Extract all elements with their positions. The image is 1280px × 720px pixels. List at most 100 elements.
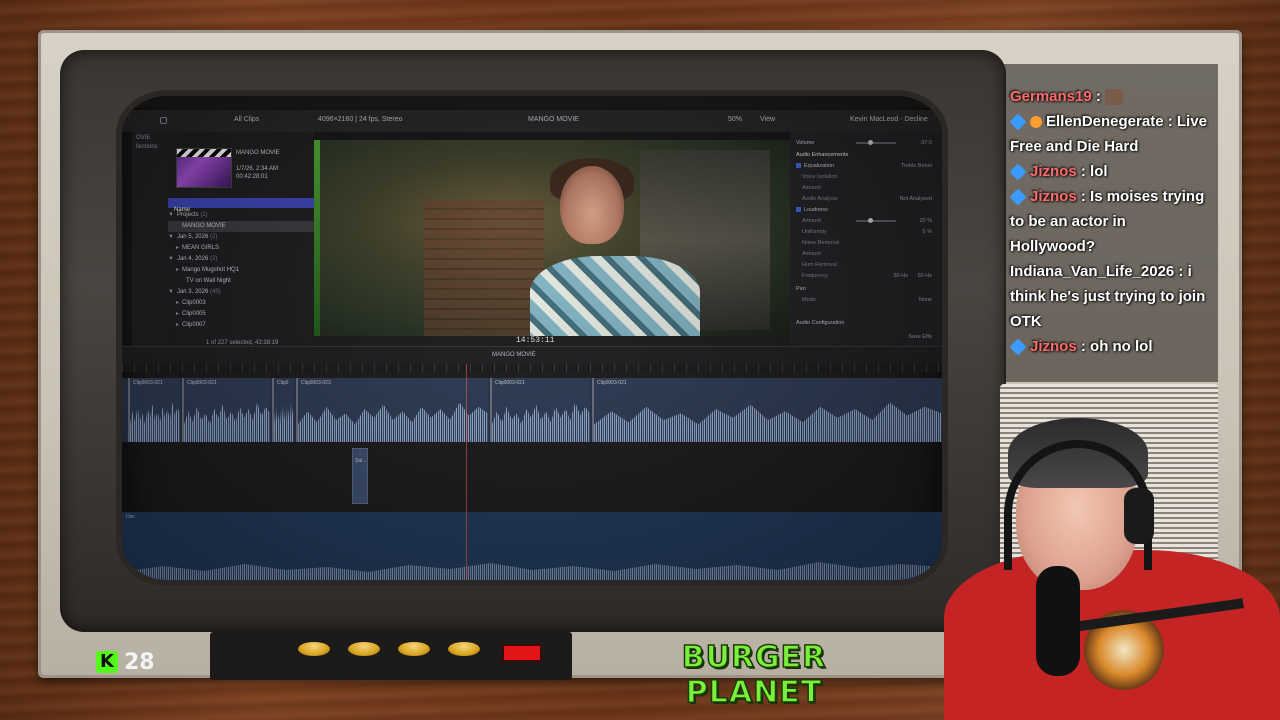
timeline-clip[interactable]: Clip0003-023 (296, 378, 488, 442)
list-item[interactable]: ▸ Clip0007 (168, 320, 314, 331)
tv-knob[interactable] (348, 642, 380, 656)
zoom-level[interactable]: 50% (728, 116, 742, 123)
list-item[interactable]: ▸ Clip0005 (168, 309, 314, 320)
timeline-header: MANGO MOVIE (122, 346, 942, 364)
voice-amount-row: Amount (802, 185, 821, 191)
subscriber-badge-icon (1009, 113, 1027, 131)
hum-removal-row[interactable]: Hum Removal (796, 260, 936, 270)
list-item[interactable]: ▼ Jan 4, 2026 (2) (168, 254, 314, 265)
microphone-icon (1036, 566, 1080, 676)
equalization-row[interactable]: Equalization Treble Boost (796, 161, 936, 171)
chat-message: Jiznos : lol (1009, 159, 1210, 184)
timeline-clip[interactable]: Clip0003-021 (128, 378, 180, 442)
music-track[interactable]: Unc (122, 512, 942, 580)
audio-inspector: Volume -37.0 Audio Enhancements Equalizat… (790, 132, 942, 346)
chat-username: Jiznos (1030, 163, 1077, 180)
list-item[interactable]: ▸ MEAN GIRLS (168, 243, 314, 254)
pan-mode-row[interactable]: Mode None (796, 295, 936, 305)
audio-configuration-header[interactable]: Audio Configuration (796, 318, 936, 328)
disclosure-icon: ▼ (168, 256, 174, 262)
subscriber-badge-icon (1009, 163, 1027, 181)
name-column-header[interactable]: Name (168, 198, 314, 213)
save-effects-button[interactable]: Save Effe (796, 332, 936, 342)
volume-row[interactable]: Volume -37.0 (796, 138, 936, 148)
chat-message: Jiznos : oh no lol (1009, 334, 1210, 359)
video-frame[interactable] (314, 140, 790, 346)
menu-bar (122, 96, 942, 108)
tv-knob[interactable] (298, 642, 330, 656)
project-thumbnail[interactable] (176, 148, 232, 188)
timecode-display[interactable]: 14:53:11 (516, 336, 554, 345)
list-item[interactable]: ▸ Clip0003 (168, 298, 314, 309)
timeline-clip[interactable]: Clip0003-021 (182, 378, 270, 442)
timeline-clip[interactable]: Clip0 (272, 378, 294, 442)
subscriber-badge-icon (1009, 188, 1027, 206)
frequency-row[interactable]: Frequency 50 Hz 60 Hz (796, 271, 936, 281)
timeline-clip[interactable]: Clip0003-021 (490, 378, 590, 442)
audio-enhancements-header[interactable]: Audio Enhancements (796, 150, 936, 160)
tv-screen: All Clips 4096×2160 | 24 fps, Stereo MAN… (122, 96, 942, 580)
timeline-project-name[interactable]: MANGO MOVIE (492, 352, 536, 358)
loudness-row[interactable]: Loudness (796, 205, 936, 215)
list-item[interactable]: TV on Wall Night (168, 276, 314, 287)
libraries-sidebar: OVIE llections (132, 132, 168, 346)
view-menu[interactable]: View (760, 116, 775, 123)
chat-username: EllenDenegerate (1046, 113, 1164, 130)
fcp-toolbar: All Clips 4096×2160 | 24 fps, Stereo MAN… (122, 110, 942, 132)
volume-slider (856, 140, 896, 145)
loudness-amount-row[interactable]: Amount 20 % (796, 216, 936, 226)
back-icon[interactable] (160, 117, 167, 124)
disclosure-icon: ▼ (168, 234, 174, 240)
chat-overlay: Germans19 : EllenDenegerate : Live Free … (1009, 84, 1210, 359)
noise-removal-row[interactable]: Noise Removal (796, 238, 936, 248)
disclosure-icon: ▼ (168, 289, 174, 295)
tv-power-button[interactable] (502, 644, 542, 662)
list-item[interactable]: ▸ Mango Mugshot HQ1 (168, 265, 314, 276)
brand-title: BURGER PLANET (681, 639, 827, 711)
person-shirt (530, 256, 700, 346)
list-item[interactable]: ▼ Jan 3, 2026 (45) (168, 287, 314, 298)
viewer-project-title: MANGO MOVIE (528, 116, 579, 123)
chat-message: Indiana_Van_Life_2026 : i think he's jus… (1010, 263, 1206, 330)
list-item[interactable]: MANGO MOVIE (168, 221, 314, 232)
list-item[interactable]: ▼ Projects (1) (168, 210, 314, 221)
browser-panel: MANGO MOVIE 1/7/26, 2:34 AM 00:42:28:01 … (168, 132, 314, 346)
timeline-ruler[interactable] (122, 364, 942, 372)
list-item[interactable]: ▼ Jan 5, 2026 (2) (168, 232, 314, 243)
project-duration: 00:42:28:01 (236, 174, 268, 180)
pan-header[interactable]: Pan (796, 284, 936, 294)
clapper-icon (177, 149, 231, 157)
inspector-title: Kevin MacLeod - Decline (850, 116, 928, 123)
emote-icon (1104, 89, 1123, 106)
chat-username: Jiznos (1030, 188, 1077, 205)
chat-text: oh no lol (1090, 338, 1153, 355)
uniformity-row[interactable]: Uniformity 5 % (796, 227, 936, 237)
audio-analysis-row: Audio Analysis Not Analyzed (802, 196, 932, 202)
primary-storyline: Clip0003-021 Clip0003-021 Clip0 Clip0003… (122, 378, 942, 442)
viewer-count: 28 (124, 649, 155, 675)
tv-knob[interactable] (448, 642, 480, 656)
viewer-panel: 14:53:11 (314, 132, 790, 346)
disclosure-icon: ▼ (168, 212, 174, 218)
playhead[interactable] (466, 364, 467, 580)
timeline-clip[interactable]: Clip0003-021 (592, 378, 942, 442)
format-info: 4096×2160 | 24 fps, Stereo (318, 116, 403, 123)
chat-text: lol (1090, 163, 1108, 180)
chat-message: EllenDenegerate : Live Free and Die Hard (1009, 113, 1207, 155)
brick-wall (424, 200, 544, 338)
sidebar-item-movie[interactable]: OVIE (132, 132, 168, 141)
kick-logo-icon: K (96, 651, 118, 673)
subscriber-badge-icon (1009, 338, 1027, 356)
tv-knob[interactable] (398, 642, 430, 656)
connected-clip[interactable]: Sal... (352, 448, 368, 504)
webcam-feed (944, 400, 1280, 720)
project-date: 1/7/26, 2:34 AM (236, 166, 279, 172)
sidebar-item-collections[interactable]: llections (132, 141, 168, 150)
kick-viewer-badge: K 28 (96, 648, 155, 676)
voice-isolation-row[interactable]: Voice Isolation (796, 172, 936, 182)
checkbox-icon (796, 207, 801, 213)
chat-message: Jiznos : Is moises trying to be an actor… (1009, 188, 1205, 255)
chat-username: Indiana_Van_Life_2026 (1010, 263, 1175, 280)
clips-filter[interactable]: All Clips (234, 116, 259, 123)
chat-username: Jiznos (1030, 338, 1077, 355)
